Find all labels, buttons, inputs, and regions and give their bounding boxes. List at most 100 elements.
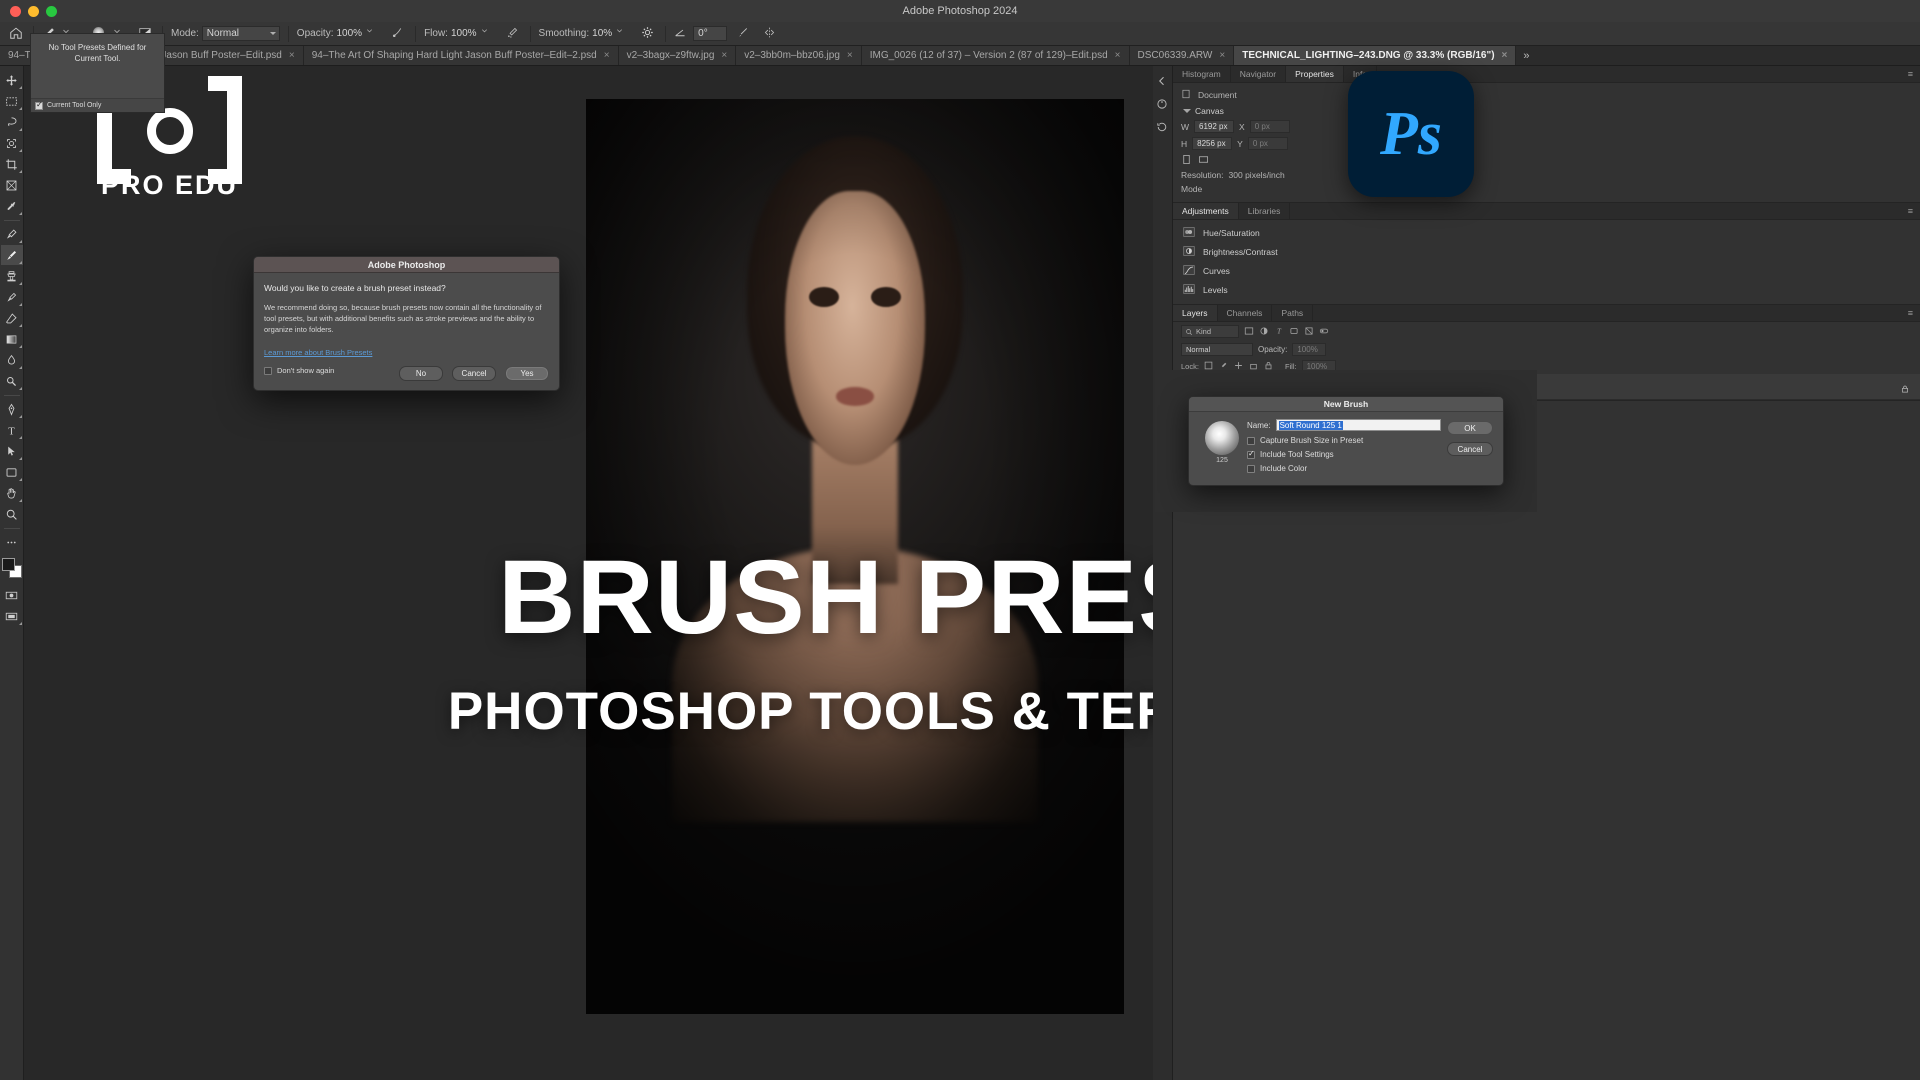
- filter-shape-icon[interactable]: [1289, 326, 1300, 337]
- filter-toggle-icon[interactable]: [1319, 326, 1330, 337]
- include-color-row[interactable]: Include Color: [1247, 464, 1441, 473]
- tool-lasso-tool[interactable]: [1, 112, 23, 132]
- document-tab[interactable]: IMG_0026 (12 of 37) – Version 2 (87 of 1…: [861, 46, 1130, 65]
- close-icon[interactable]: ×: [1115, 50, 1121, 61]
- document-tab[interactable]: v2–3bagx–z9ftw.jpg ×: [618, 46, 737, 65]
- width-field[interactable]: 6192 px: [1194, 120, 1235, 133]
- tab-adjustments[interactable]: Adjustments: [1173, 203, 1239, 219]
- ok-button[interactable]: OK: [1447, 421, 1493, 435]
- chevron-double-right-icon[interactable]: »: [1516, 46, 1537, 65]
- resolution-value[interactable]: 300 pixels/inch: [1229, 170, 1285, 180]
- pressure-opacity-toggle[interactable]: [386, 22, 412, 46]
- airbrush-toggle[interactable]: [501, 22, 527, 46]
- close-icon[interactable]: ×: [721, 50, 727, 61]
- panel-menu-icon[interactable]: ≡: [1901, 203, 1920, 219]
- cancel-button[interactable]: Cancel: [1447, 442, 1493, 456]
- layer-blend-mode-select[interactable]: Normal: [1181, 343, 1253, 356]
- flow-control[interactable]: Flow: 100%: [419, 22, 500, 46]
- close-icon[interactable]: ×: [847, 50, 853, 61]
- dont-show-again-checkbox[interactable]: [264, 366, 272, 375]
- pressure-size-toggle[interactable]: [732, 22, 758, 46]
- portrait-orientation-icon[interactable]: [1181, 154, 1193, 166]
- collapse-panels-icon[interactable]: [1156, 74, 1170, 88]
- cancel-button[interactable]: Cancel: [452, 366, 496, 381]
- smoothing-control[interactable]: Smoothing: 10%: [534, 22, 637, 46]
- filter-smart-icon[interactable]: [1304, 326, 1315, 337]
- include-tool-settings-row[interactable]: Include Tool Settings: [1247, 449, 1441, 459]
- tab-layers[interactable]: Layers: [1173, 305, 1218, 321]
- tool-hand-tool[interactable]: [1, 483, 23, 503]
- history-panel-icon[interactable]: [1156, 120, 1170, 134]
- brush-name-input[interactable]: Soft Round 125 1: [1275, 419, 1441, 431]
- tool-marquee-tool[interactable]: [1, 91, 23, 111]
- brush-angle-field[interactable]: 0°: [693, 26, 728, 41]
- adjustment-item-curves[interactable]: Curves: [1173, 261, 1920, 280]
- tool-path-selection-tool[interactable]: [1, 441, 23, 461]
- filter-pixel-icon[interactable]: [1244, 326, 1255, 337]
- height-field[interactable]: 8256 px: [1192, 137, 1233, 150]
- tool-frame-tool[interactable]: [1, 175, 23, 195]
- tab-channels[interactable]: Channels: [1218, 305, 1273, 321]
- tool-move-tool[interactable]: [1, 70, 23, 90]
- landscape-orientation-icon[interactable]: [1198, 154, 1210, 166]
- tab-paths[interactable]: Paths: [1272, 305, 1314, 321]
- current-tool-only-row[interactable]: Current Tool Only: [31, 98, 164, 112]
- adjustment-item-brightness-contrast[interactable]: Brightness/Contrast: [1173, 242, 1920, 261]
- tool-dodge-tool[interactable]: [1, 371, 23, 391]
- flow-value[interactable]: 100%: [451, 28, 477, 39]
- home-button[interactable]: [4, 22, 30, 46]
- close-icon[interactable]: ×: [1502, 50, 1508, 61]
- tab-properties[interactable]: Properties: [1286, 66, 1344, 82]
- no-button[interactable]: No: [399, 366, 443, 381]
- close-icon[interactable]: ×: [1219, 50, 1225, 61]
- y-field[interactable]: 0 px: [1247, 137, 1288, 150]
- opacity-value[interactable]: 100%: [336, 28, 362, 39]
- lock-icon[interactable]: [1900, 381, 1912, 393]
- document-tab[interactable]: 94–The Art Of Shaping Hard Light Jason B…: [303, 46, 619, 65]
- tool-brush-tool[interactable]: [0, 245, 23, 265]
- tool-clone-stamp-tool[interactable]: [1, 266, 23, 286]
- tool-shape-tool[interactable]: [1, 462, 23, 482]
- tab-libraries[interactable]: Libraries: [1239, 203, 1291, 219]
- opacity-control[interactable]: Opacity: 100%: [292, 22, 386, 46]
- learn-more-link[interactable]: Learn more about Brush Presets: [264, 348, 372, 357]
- filter-type-icon[interactable]: T: [1274, 326, 1285, 337]
- panel-menu-icon[interactable]: ≡: [1901, 66, 1920, 82]
- tool-crop-tool[interactable]: [1, 154, 23, 174]
- tab-navigator[interactable]: Navigator: [1231, 66, 1287, 82]
- filter-adjustment-icon[interactable]: [1259, 326, 1270, 337]
- blend-mode-control[interactable]: Mode: Normal: [166, 22, 285, 46]
- layer-opacity-value[interactable]: 100%: [1292, 343, 1327, 356]
- document-tab[interactable]: v2–3bb0m–bbz06.jpg ×: [736, 46, 862, 65]
- tool-history-brush-tool[interactable]: [1, 287, 23, 307]
- tool-gradient-tool[interactable]: [1, 329, 23, 349]
- symmetry-button[interactable]: [758, 22, 784, 46]
- capture-brush-size-row[interactable]: Capture Brush Size in Preset: [1247, 436, 1441, 445]
- tool-pen-tool[interactable]: [1, 399, 23, 419]
- smoothing-options-button[interactable]: [636, 22, 662, 46]
- include-color-checkbox[interactable]: [1247, 464, 1255, 473]
- close-icon[interactable]: ×: [289, 50, 295, 61]
- tool-zoom-tool[interactable]: [1, 504, 23, 524]
- color-panel-icon[interactable]: [1156, 97, 1170, 111]
- smoothing-chevron-icon[interactable]: [615, 26, 631, 42]
- canvas-section-header[interactable]: Canvas: [1173, 103, 1920, 118]
- flow-chevron-icon[interactable]: [480, 26, 496, 42]
- capture-brush-size-checkbox[interactable]: [1247, 436, 1255, 445]
- yes-button[interactable]: Yes: [505, 366, 549, 381]
- document-tab-active[interactable]: TECHNICAL_LIGHTING–243.DNG @ 33.3% (RGB/…: [1234, 46, 1517, 65]
- x-field[interactable]: 0 px: [1249, 120, 1290, 133]
- close-icon[interactable]: ×: [604, 50, 610, 61]
- tool-type-tool[interactable]: T: [1, 420, 23, 440]
- opacity-chevron-icon[interactable]: [365, 26, 381, 42]
- brush-angle-control[interactable]: 0°: [669, 22, 732, 46]
- panel-menu-icon[interactable]: ≡: [1901, 305, 1920, 321]
- smoothing-value[interactable]: 10%: [592, 28, 612, 39]
- tool-eyedropper-tool[interactable]: [1, 196, 23, 216]
- mode-select[interactable]: Normal: [201, 26, 280, 41]
- document-tab[interactable]: DSC06339.ARW ×: [1129, 46, 1235, 65]
- tool-blur-tool[interactable]: [1, 350, 23, 370]
- tool-eraser-tool[interactable]: [1, 308, 23, 328]
- tool-object-selection-tool[interactable]: [1, 133, 23, 153]
- adjustment-item-levels[interactable]: Levels: [1173, 280, 1920, 299]
